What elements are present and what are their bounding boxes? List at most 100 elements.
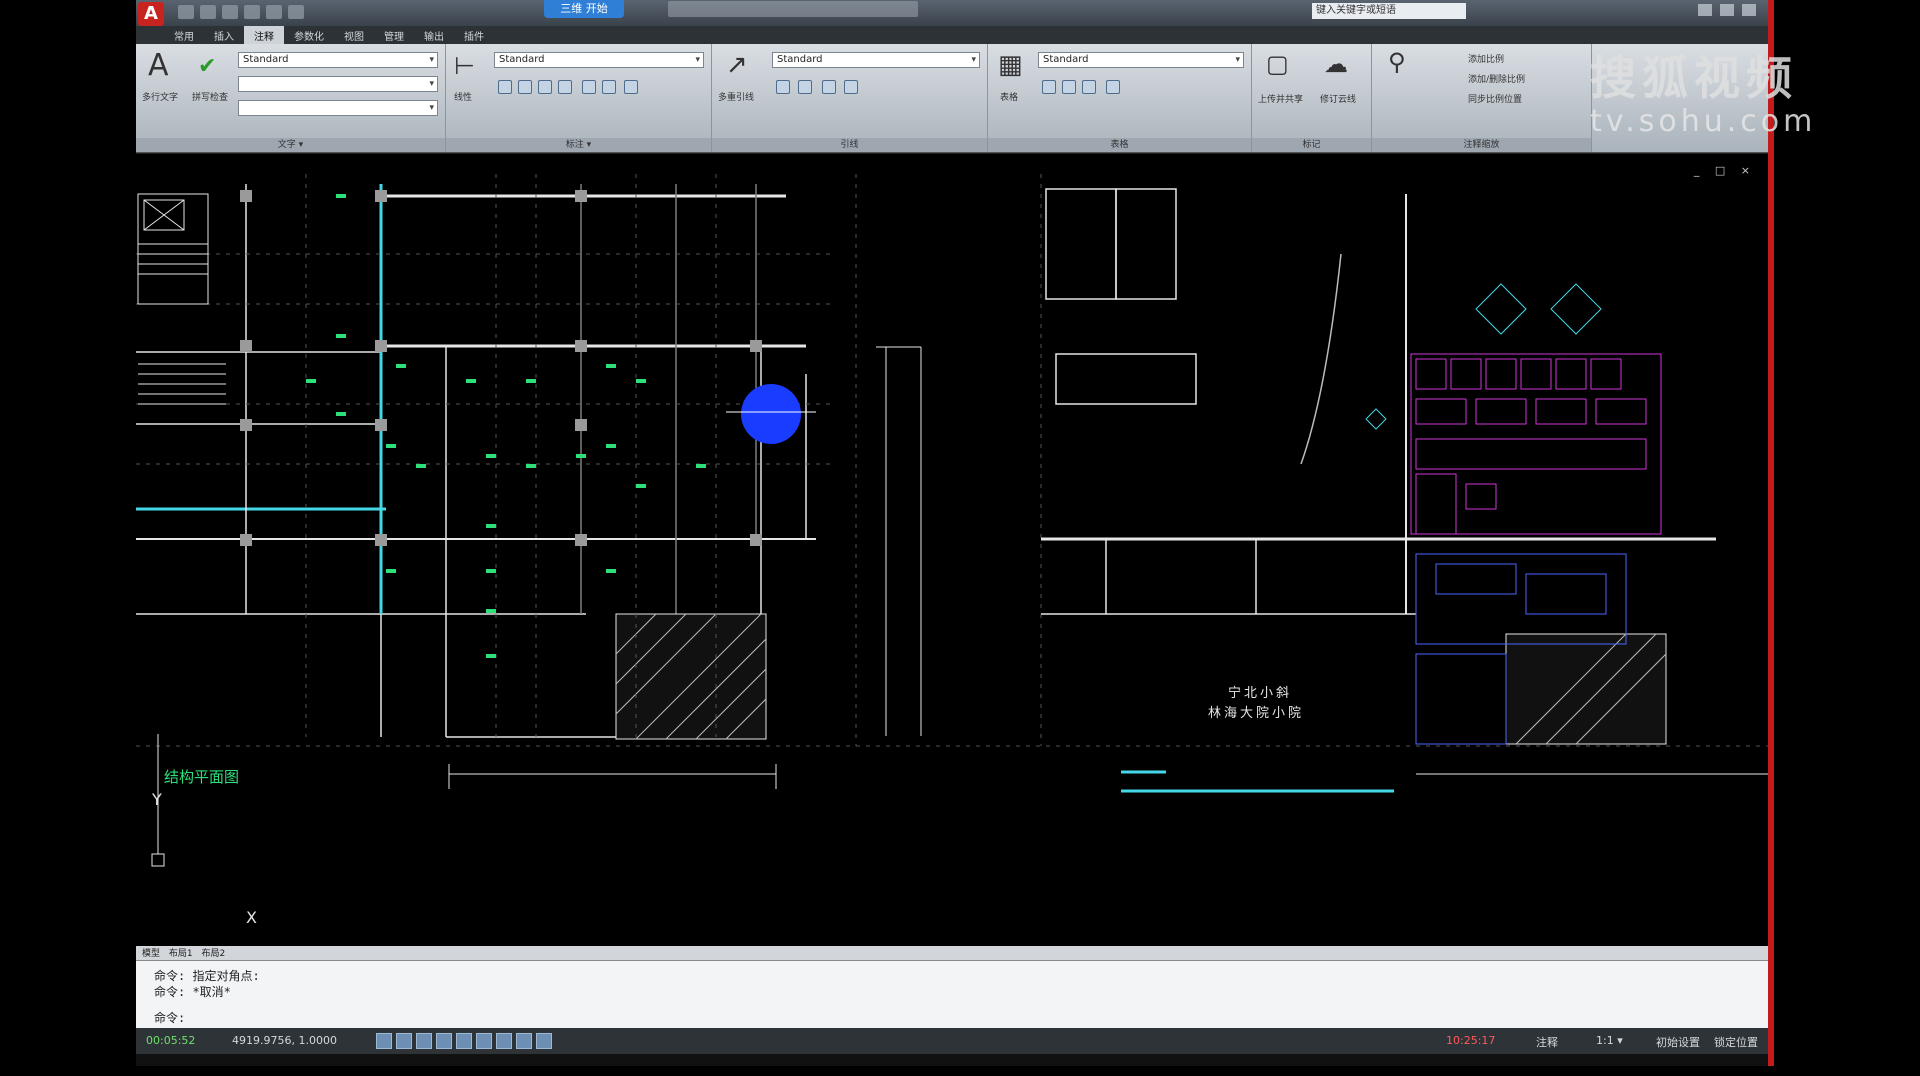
maximize-icon[interactable] [1720, 4, 1734, 16]
sync-scale-item[interactable]: 同步比例位置 [1468, 92, 1522, 105]
watermark-cn-text: 搜狐视频 [1590, 51, 1798, 105]
annotation-visibility[interactable]: 注释 [1536, 1034, 1558, 1050]
scale-object-icon[interactable]: ⚲ [1388, 48, 1406, 76]
lwt-toggle[interactable] [536, 1033, 552, 1049]
workspace-badge[interactable]: 三维 开始 [544, 0, 624, 18]
ribbon-tabs: 常用 插入 注释 参数化 视图 管理 输出 插件 [136, 26, 1768, 44]
autocad-window: A 三维 开始 键入关键字或短语 常用 插入 注释 参数化 视图 管理 输出 插… [136, 0, 1768, 1066]
command-prompt-input[interactable]: 命令: [154, 1009, 185, 1026]
tab-manage[interactable]: 管理 [374, 26, 414, 44]
table-tool-3-icon[interactable] [1082, 80, 1096, 94]
drawing-canvas[interactable]: _ □ × 结构平面图 宁北小斜 林海大院小院 Y X [136, 154, 1768, 946]
cursor-selection-highlight [741, 384, 801, 444]
add-delete-scale-item[interactable]: 添加/删除比例 [1468, 72, 1525, 85]
autocad-logo-button[interactable]: A [138, 2, 164, 26]
share-label: 上传并共享 [1258, 95, 1304, 105]
spell-check-label: 拼写检查 [192, 93, 229, 103]
tab-output[interactable]: 输出 [414, 26, 454, 44]
table-icon[interactable]: ▦ [998, 50, 1023, 80]
vertical-dimension [876, 346, 922, 736]
leader-tool-3-icon[interactable] [822, 80, 836, 94]
lamp-symbols [1365, 283, 1602, 430]
osnap-toggle[interactable] [456, 1033, 472, 1049]
new-icon[interactable] [178, 5, 194, 19]
polar-toggle[interactable] [436, 1033, 452, 1049]
plan-title: 结构平面图 [164, 768, 240, 786]
add-scale-item[interactable]: 添加比例 [1468, 52, 1504, 65]
table-tool-4-icon[interactable] [1106, 80, 1120, 94]
scaling-panel-label[interactable]: 注释缩放 [1372, 138, 1591, 152]
tab-model[interactable]: 模型 [142, 949, 160, 959]
tab-layout2[interactable]: 布局2 [202, 949, 226, 959]
annotation-scaling-panel: ⚲ 添加比例 添加/删除比例 同步比例位置 注释缩放 [1372, 44, 1592, 152]
plan-caption-1: 宁北小斜 [1228, 686, 1293, 701]
table-style-combo[interactable]: Standard [1038, 52, 1244, 68]
spell-check-icon[interactable]: ✔ [198, 54, 216, 79]
tab-parametric[interactable]: 参数化 [284, 26, 334, 44]
table-tool-1-icon[interactable] [1042, 80, 1056, 94]
text-height-combo[interactable] [238, 100, 438, 116]
tab-plugins[interactable]: 插件 [454, 26, 494, 44]
text-panel-label[interactable]: 文字 ▾ [136, 138, 445, 152]
clock: 10:25:17 [1446, 1034, 1496, 1047]
right-plan-walls [1041, 188, 1716, 615]
open-icon[interactable] [200, 5, 216, 19]
otrack-toggle[interactable] [476, 1033, 492, 1049]
linear-dim-icon[interactable]: ⊢ [454, 52, 475, 80]
table-tool-2-icon[interactable] [1062, 80, 1076, 94]
dim-tool-1-icon[interactable] [498, 80, 512, 94]
minimize-icon[interactable] [1698, 4, 1712, 16]
layout-tabs: 模型 布局1 布局2 [136, 946, 1768, 960]
status-bar: 00:05:52 4919.9756, 1.0000 10:25:17 注释 1… [136, 1028, 1768, 1054]
dim-tool-6-icon[interactable] [602, 80, 616, 94]
dimension-panel: ⊢ 线性 Standard 标注 ▾ [446, 44, 712, 152]
text-find-combo[interactable] [238, 76, 438, 92]
initial-setup[interactable]: 初始设置 [1656, 1034, 1700, 1050]
share-icon[interactable]: ▢ [1266, 50, 1289, 78]
command-history-2: 命令: *取消* [154, 985, 231, 999]
dim-tool-3-icon[interactable] [538, 80, 552, 94]
markup-panel-label[interactable]: 标记 [1252, 138, 1371, 152]
dim-tool-4-icon[interactable] [558, 80, 572, 94]
tab-home[interactable]: 常用 [164, 26, 204, 44]
dim-tool-7-icon[interactable] [624, 80, 638, 94]
multiline-text-icon[interactable]: A [148, 48, 169, 83]
dimension-panel-label[interactable]: 标注 ▾ [446, 138, 711, 152]
dyn-toggle[interactable] [516, 1033, 532, 1049]
grid-toggle[interactable] [396, 1033, 412, 1049]
viewport-controls[interactable]: _ □ × [1694, 164, 1756, 177]
table-panel-label[interactable]: 表格 [988, 138, 1251, 152]
tab-layout1[interactable]: 布局1 [169, 949, 193, 959]
tab-insert[interactable]: 插入 [204, 26, 244, 44]
leader-panel-label[interactable]: 引线 [712, 138, 987, 152]
title-bar: A 三维 开始 键入关键字或短语 [136, 0, 1768, 27]
command-line[interactable]: 命令: 指定对角点: 命令: *取消* 命令: [136, 960, 1768, 1029]
coordinate-readout: 4919.9756, 1.0000 [232, 1034, 337, 1047]
lock-position[interactable]: 锁定位置 [1714, 1034, 1758, 1050]
tab-annotate[interactable]: 注释 [244, 26, 284, 44]
leader-tool-4-icon[interactable] [844, 80, 858, 94]
ortho-toggle[interactable] [416, 1033, 432, 1049]
save-icon[interactable] [222, 5, 238, 19]
close-icon[interactable] [1742, 4, 1756, 16]
redo-icon[interactable] [266, 5, 282, 19]
help-search-input[interactable]: 键入关键字或短语 [1312, 3, 1466, 19]
snap-toggle[interactable] [376, 1033, 392, 1049]
leader-tool-2-icon[interactable] [798, 80, 812, 94]
text-style-combo[interactable]: Standard [238, 52, 438, 68]
cad-drawing-svg[interactable] [136, 154, 1768, 946]
plot-icon[interactable] [288, 5, 304, 19]
ducs-toggle[interactable] [496, 1033, 512, 1049]
undo-icon[interactable] [244, 5, 260, 19]
annotation-scale-select[interactable]: 1:1 ▾ [1596, 1034, 1623, 1047]
dim-tool-2-icon[interactable] [518, 80, 532, 94]
dim-style-combo[interactable]: Standard [494, 52, 704, 68]
multiline-text-label: 多行文字 [142, 93, 179, 103]
leader-style-combo[interactable]: Standard [772, 52, 980, 68]
revcloud-icon[interactable]: ☁ [1324, 50, 1348, 78]
watermark-url-text: tv.sohu.com [1590, 104, 1817, 139]
leader-tool-1-icon[interactable] [776, 80, 790, 94]
dim-tool-5-icon[interactable] [582, 80, 596, 94]
multileader-icon[interactable]: ↗ [726, 50, 748, 80]
tab-view[interactable]: 视图 [334, 26, 374, 44]
